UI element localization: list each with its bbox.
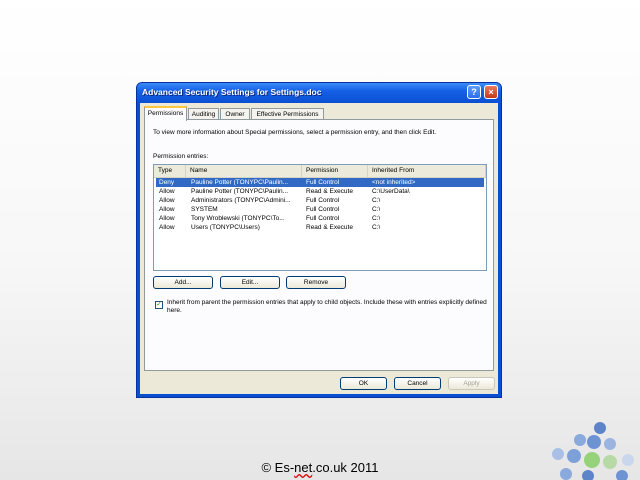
table-row[interactable]: Allow Administrators (TONYPC\Admini... F… (156, 196, 484, 205)
row-inherited-from: C:\UserData\ (372, 188, 410, 195)
tab-permissions[interactable]: Permissions (144, 106, 187, 121)
logo-dot (584, 452, 600, 468)
column-header-name[interactable]: Name (186, 165, 302, 177)
row-permission: Read & Execute (306, 188, 353, 195)
row-name: Administrators (TONYPC\Admini... (191, 197, 291, 204)
instructions-text: To view more information about Special p… (153, 129, 437, 136)
permission-entries-list[interactable]: Type Name Permission Inherited From Deny… (153, 164, 487, 271)
footer-underlined: net (294, 460, 313, 475)
advanced-security-dialog: Advanced Security Settings for Settings.… (136, 82, 502, 398)
row-type: Allow (159, 197, 175, 204)
row-name: Users (TONYPC\Users) (191, 224, 260, 231)
cancel-button[interactable]: Cancel (394, 377, 441, 390)
table-row[interactable]: Deny Pauline Potter (TONYPC\Paulin... Fu… (156, 178, 484, 187)
row-type: Deny (159, 179, 175, 186)
dialog-title: Advanced Security Settings for Settings.… (142, 87, 322, 97)
footer-suffix: .co.uk 2011 (312, 460, 379, 475)
logo-dot (604, 438, 616, 450)
row-name: Pauline Potter (TONYPC\Paulin... (191, 179, 289, 186)
row-permission: Full Control (306, 206, 340, 213)
add-button[interactable]: Add... (153, 276, 213, 289)
copyright-footer: © Es-net.co.uk 2011 (0, 460, 640, 475)
logo-dot (616, 470, 628, 480)
close-button[interactable]: × (484, 85, 498, 99)
row-type: Allow (159, 206, 175, 213)
footer-prefix: © Es- (261, 460, 295, 475)
logo-dot (560, 468, 572, 480)
logo-dot (594, 422, 606, 434)
title-bar[interactable]: Advanced Security Settings for Settings.… (137, 83, 501, 103)
row-name: SYSTEM (191, 206, 218, 213)
table-row[interactable]: Allow Users (TONYPC\Users) Read & Execut… (156, 223, 484, 232)
es-net-logo (552, 422, 634, 480)
logo-dot (603, 455, 617, 469)
row-inherited-from: <not inherited> (372, 179, 416, 186)
permissions-panel: To view more information about Special p… (144, 119, 494, 371)
row-permission: Full Control (306, 197, 340, 204)
column-header-inherited-from[interactable]: Inherited From (368, 165, 486, 177)
remove-button[interactable]: Remove (286, 276, 346, 289)
column-header-permission[interactable]: Permission (302, 165, 368, 177)
logo-dot (552, 448, 564, 460)
table-row[interactable]: Allow Tony Wroblewski (TONYPC\To... Full… (156, 214, 484, 223)
list-header: Type Name Permission Inherited From (154, 165, 486, 178)
apply-button[interactable]: Apply (448, 377, 495, 390)
permission-entries-label: Permission entries: (153, 153, 209, 160)
logo-dot (622, 454, 634, 466)
dialog-client-area: Permissions Auditing Owner Effective Per… (140, 103, 498, 394)
row-type: Allow (159, 224, 175, 231)
row-inherited-from: C:\ (372, 197, 381, 204)
column-header-type[interactable]: Type (154, 165, 186, 177)
row-name: Tony Wroblewski (TONYPC\To... (191, 215, 285, 222)
edit-button[interactable]: Edit... (220, 276, 280, 289)
row-inherited-from: C:\ (372, 206, 381, 213)
row-inherited-from: C:\ (372, 224, 381, 231)
logo-dot (567, 449, 581, 463)
help-button[interactable]: ? (467, 85, 481, 99)
row-permission: Read & Execute (306, 224, 353, 231)
table-row[interactable]: Allow Pauline Potter (TONYPC\Paulin... R… (156, 187, 484, 196)
ok-button[interactable]: OK (340, 377, 387, 390)
row-type: Allow (159, 188, 175, 195)
table-row[interactable]: Allow SYSTEM Full Control C:\ (156, 205, 484, 214)
inherit-checkbox[interactable]: ✓ (155, 301, 163, 309)
row-type: Allow (159, 215, 175, 222)
row-name: Pauline Potter (TONYPC\Paulin... (191, 188, 289, 195)
logo-dot (587, 435, 601, 449)
logo-dot (582, 470, 594, 480)
inherit-checkbox-label[interactable]: Inherit from parent the permission entri… (167, 299, 487, 315)
row-permission: Full Control (306, 179, 340, 186)
row-permission: Full Control (306, 215, 340, 222)
logo-dot (574, 434, 586, 446)
row-inherited-from: C:\ (372, 215, 381, 222)
